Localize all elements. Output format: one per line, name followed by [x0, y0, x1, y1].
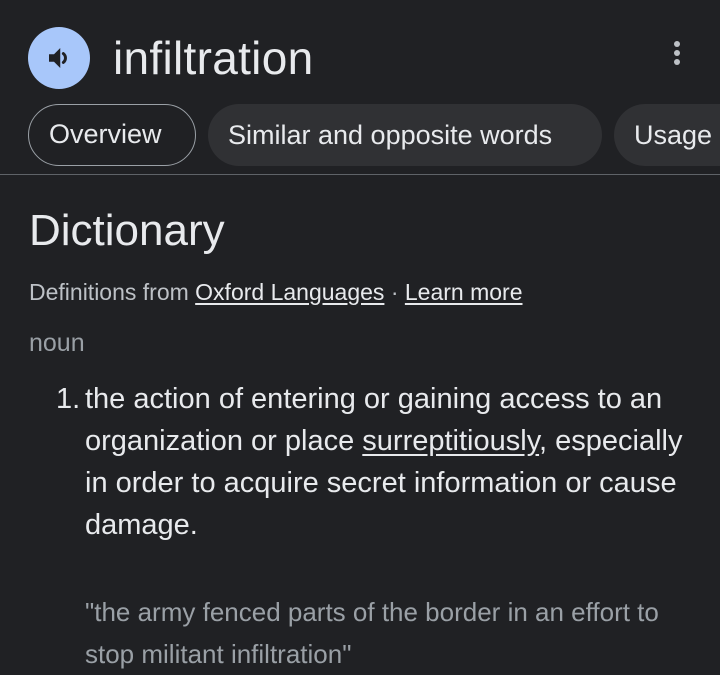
more-options-button[interactable]	[664, 36, 690, 70]
tab-usage[interactable]: Usage	[614, 104, 720, 166]
definition-number: 1.	[56, 383, 81, 415]
tab-similar-and-opposite-words[interactable]: Similar and opposite words	[208, 104, 602, 166]
usage-example: "the army fenced parts of the border in …	[85, 597, 659, 669]
definition-text: the action of entering or gaining access…	[85, 378, 705, 546]
oxford-languages-link[interactable]: Oxford Languages	[195, 279, 384, 305]
surreptitiously-link[interactable]: surreptitiously	[362, 425, 539, 457]
source-prefix: Definitions from	[29, 279, 189, 305]
learn-more-link[interactable]: Learn more	[405, 279, 523, 305]
tab-overview[interactable]: Overview	[28, 104, 196, 166]
headword: infiltration	[113, 32, 314, 84]
word-header: infiltration	[0, 0, 720, 100]
source-attribution: Definitions from Oxford Languages · Lear…	[29, 277, 523, 307]
part-of-speech: noun	[29, 329, 85, 357]
divider	[0, 174, 720, 175]
tab-bar: Overview Similar and opposite words Usag…	[0, 104, 720, 168]
speaker-icon	[49, 48, 67, 68]
more-vert-icon	[674, 41, 680, 65]
pronunciation-button[interactable]	[28, 27, 90, 89]
section-title: Dictionary	[29, 206, 225, 255]
separator: ·	[390, 279, 399, 305]
